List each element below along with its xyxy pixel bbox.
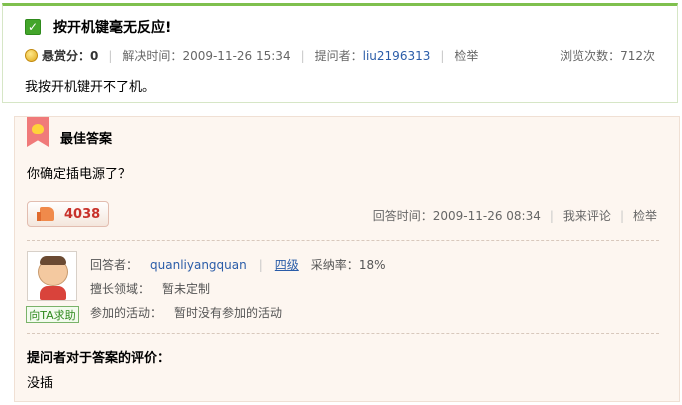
answer-meta: 回答时间： 2009-11-26 08:34 | 我来评论 | 检举 bbox=[373, 207, 657, 224]
answerer-info-row: 回答者： quanliyangquan | 四级 采纳率： 18% bbox=[90, 256, 385, 273]
views-value: 712次 bbox=[620, 49, 655, 63]
best-answer-panel: 最佳答案 你确定插电源了？ 4038 回答时间： 2009-11-26 08:3… bbox=[14, 116, 680, 402]
question-panel: ✓ 按开机键毫无反应! 悬赏分： 0 | 解决时间： 2009-11-26 15… bbox=[2, 3, 678, 103]
answerer-avatar[interactable] bbox=[27, 251, 77, 301]
asker-label: 提问者： bbox=[314, 49, 363, 63]
expertise-label: 擅长领域： bbox=[90, 282, 151, 296]
resolved-time: 2009-11-26 15:34 bbox=[182, 48, 291, 63]
like-button[interactable]: 4038 bbox=[27, 201, 109, 227]
evaluation-body: 没插 bbox=[27, 376, 54, 391]
ask-help-button[interactable]: 向TA求助 bbox=[26, 306, 79, 323]
resolved-check-icon: ✓ bbox=[25, 19, 41, 35]
meta-separator: | bbox=[440, 48, 445, 63]
question-body: 我按开机键开不了机。 bbox=[25, 80, 156, 95]
resolved-time-label: 解决时间： bbox=[122, 49, 183, 63]
expertise-row: 擅长领域： 暂未定制 bbox=[90, 280, 210, 297]
answer-body: 你确定插电源了？ bbox=[27, 167, 132, 182]
answer-time-label: 回答时间： bbox=[372, 209, 433, 223]
report-answer-link[interactable]: 检举 bbox=[633, 207, 657, 224]
expertise-value: 暂未定制 bbox=[162, 282, 211, 296]
coin-icon bbox=[25, 49, 38, 62]
divider bbox=[27, 333, 659, 334]
meta-separator: | bbox=[619, 208, 624, 223]
divider bbox=[27, 240, 659, 241]
views-label: 浏览次数： bbox=[560, 49, 621, 63]
medal-ribbon-icon bbox=[27, 117, 49, 147]
activities-label: 参加的活动： bbox=[90, 306, 163, 320]
asker-link[interactable]: liu2196313 bbox=[363, 49, 431, 63]
like-count: 4038 bbox=[64, 206, 101, 222]
avatar-hair bbox=[40, 256, 66, 265]
meta-separator: | bbox=[108, 48, 113, 63]
activities-value: 暂时没有参加的活动 bbox=[174, 306, 283, 320]
answerer-level[interactable]: 四级 bbox=[275, 256, 299, 273]
meta-separator: | bbox=[300, 48, 305, 63]
question-title-row: ✓ 按开机键毫无反应! bbox=[25, 17, 171, 37]
thumbs-up-icon bbox=[37, 207, 54, 221]
activities-row: 参加的活动： 暂时没有参加的活动 bbox=[90, 304, 282, 321]
meta-separator: | bbox=[258, 257, 263, 272]
meta-separator: | bbox=[549, 208, 554, 223]
report-question-link[interactable]: 检举 bbox=[454, 47, 478, 64]
question-meta: 悬赏分： 0 | 解决时间： 2009-11-26 15:34 | 提问者： l… bbox=[25, 47, 478, 64]
reward-label: 悬赏分： bbox=[42, 49, 91, 63]
answerer-link[interactable]: quanliyangquan bbox=[150, 258, 247, 272]
adoption-rate: 18% bbox=[358, 257, 386, 272]
comment-link[interactable]: 我来评论 bbox=[563, 207, 611, 224]
view-count: 浏览次数：712次 bbox=[560, 47, 655, 64]
best-answer-header: 最佳答案 bbox=[60, 132, 113, 147]
question-title: 按开机键毫无反应! bbox=[53, 20, 172, 36]
evaluation-title: 提问者对于答案的评价： bbox=[27, 351, 171, 366]
answerer-label: 回答者： bbox=[90, 258, 139, 272]
adoption-label: 采纳率： bbox=[310, 258, 359, 272]
avatar-body bbox=[40, 286, 66, 300]
answer-time: 2009-11-26 08:34 bbox=[432, 208, 541, 223]
reward-value: 0 bbox=[90, 48, 99, 63]
